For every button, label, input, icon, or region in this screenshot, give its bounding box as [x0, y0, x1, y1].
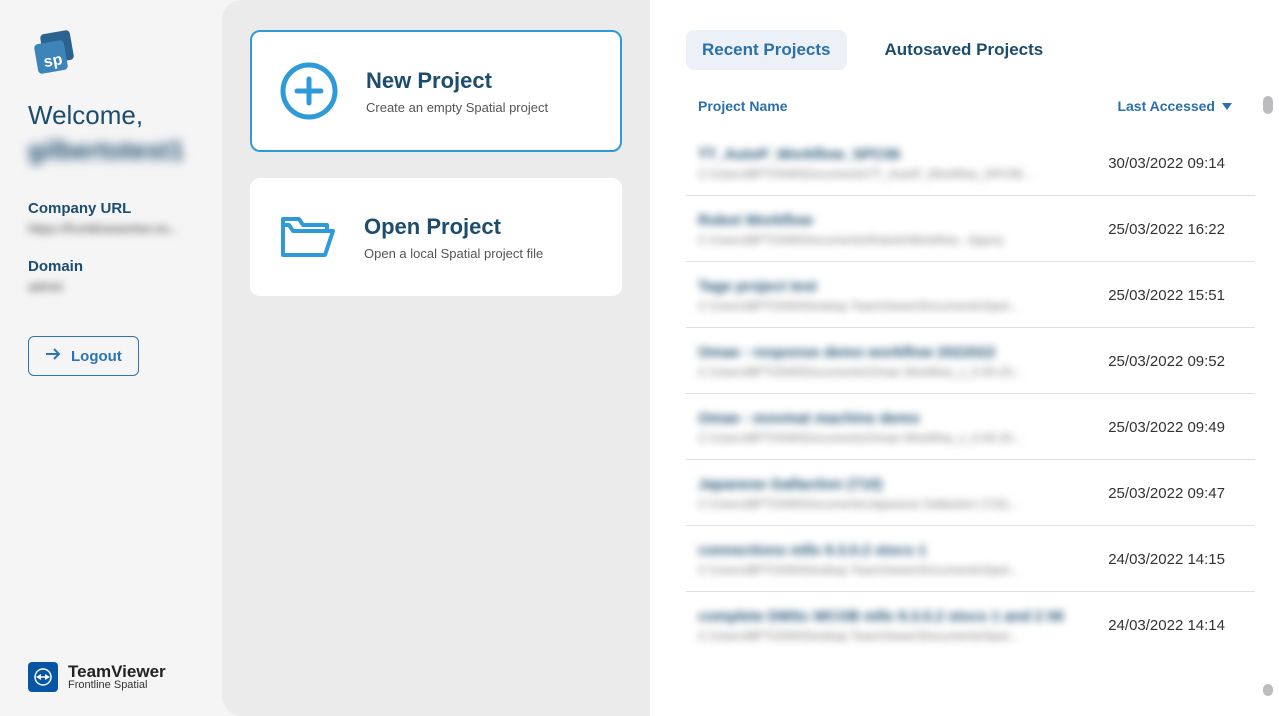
sidebar: sp Welcome, gilbertotest1 Company URL ht…	[0, 0, 222, 716]
tab-recent[interactable]: Recent Projects	[686, 30, 847, 70]
project-name: Omae - movmat machine demo	[698, 410, 1108, 427]
project-path: C:\Users\BPTO040\Desktop TeamViewer\Docu…	[698, 629, 1108, 643]
project-name: complete DMSc MCOB mlls 9.3.0.2 stocs 1 …	[698, 608, 1108, 625]
project-date: 24/03/2022 14:15	[1108, 551, 1225, 568]
new-project-card[interactable]: New Project Create an empty Spatial proj…	[250, 30, 622, 152]
project-name: Omae - response demo workflow 2022022	[698, 344, 1108, 361]
domain-label: Domain	[28, 258, 198, 275]
plus-circle-icon	[278, 60, 340, 122]
project-row[interactable]: Tage project test C:\Users\BPTO040\Deskt…	[686, 262, 1255, 328]
open-project-title: Open Project	[364, 214, 543, 240]
project-date: 25/03/2022 16:22	[1108, 221, 1225, 238]
action-panel: New Project Create an empty Spatial proj…	[222, 0, 650, 716]
project-list[interactable]: TT_AutoP_Workflow_SPC06 C:\Users\BPTO040…	[686, 130, 1263, 716]
open-project-card[interactable]: Open Project Open a local Spatial projec…	[250, 178, 622, 296]
project-date: 24/03/2022 14:14	[1108, 617, 1225, 634]
project-row[interactable]: complete DMSc MCOB mlls 9.3.0.2 stocs 1 …	[686, 592, 1255, 657]
project-path: C:\Users\BPTO040\Documents\Robots\Workfl…	[698, 233, 1108, 247]
sidebar-footer: TeamViewer Frontline Spatial	[28, 662, 166, 692]
project-name: TT_AutoP_Workflow_SPC06	[698, 146, 1108, 163]
column-last-accessed[interactable]: Last Accessed	[1117, 98, 1233, 114]
project-path: C:\Users\BPTO040\Documents\Omae Workflow…	[698, 365, 1108, 379]
company-url-value: https://frontlineworker.ex...	[28, 221, 198, 236]
scroll-arrow-down-icon[interactable]	[1263, 684, 1273, 696]
new-project-subtitle: Create an empty Spatial project	[366, 100, 548, 115]
project-date: 25/03/2022 09:49	[1108, 419, 1225, 436]
project-path: C:\Users\BPTO040\Desktop TeamViewer\Docu…	[698, 299, 1108, 313]
folder-open-icon	[276, 206, 338, 268]
welcome-text: Welcome,	[28, 100, 198, 131]
tabs: Recent Projects Autosaved Projects	[686, 30, 1263, 70]
projects-panel: Recent Projects Autosaved Projects Proje…	[650, 0, 1279, 716]
project-date: 25/03/2022 09:47	[1108, 485, 1225, 502]
project-row[interactable]: connections mlls 9.3.0.2 stocs 1 C:\User…	[686, 526, 1255, 592]
username-text: gilbertotest1	[28, 135, 198, 166]
list-header: Project Name Last Accessed	[686, 98, 1263, 130]
scroll-thumb[interactable]	[1263, 96, 1273, 114]
scrollbar[interactable]	[1263, 96, 1273, 696]
project-date: 25/03/2022 09:52	[1108, 353, 1225, 370]
project-date: 25/03/2022 15:51	[1108, 287, 1225, 304]
logout-label: Logout	[71, 348, 122, 365]
column-project-name[interactable]: Project Name	[698, 98, 1117, 114]
project-name: Tage project test	[698, 278, 1108, 295]
new-project-title: New Project	[366, 68, 548, 94]
project-date: 30/03/2022 09:14	[1108, 155, 1225, 172]
footer-subtitle: Frontline Spatial	[68, 680, 166, 691]
project-path: C:\Users\BPTO040\Documents\Omae Workflow…	[698, 431, 1108, 445]
project-path: C:\Users\BPTO040\Desktop TeamViewer\Docu…	[698, 563, 1108, 577]
logout-button[interactable]: Logout	[28, 336, 139, 376]
project-path: C:\Users\BPTO040\Documents\Japanese Gall…	[698, 497, 1108, 511]
project-row[interactable]: Japanese Gallaction (710) C:\Users\BPTO0…	[686, 460, 1255, 526]
open-project-subtitle: Open a local Spatial project file	[364, 246, 543, 261]
footer-brand: TeamViewer	[68, 663, 166, 680]
column-date-label: Last Accessed	[1117, 98, 1215, 114]
domain-value: admin	[28, 279, 198, 294]
chevron-down-icon	[1221, 98, 1233, 114]
project-row[interactable]: Omae - response demo workflow 2022022 C:…	[686, 328, 1255, 394]
project-row[interactable]: TT_AutoP_Workflow_SPC06 C:\Users\BPTO040…	[686, 130, 1255, 196]
project-path: C:\Users\BPTO040\Documents\TT_AutoP_Work…	[698, 167, 1108, 181]
teamviewer-icon	[28, 662, 58, 692]
svg-text:sp: sp	[42, 51, 64, 71]
project-row[interactable]: Omae - movmat machine demo C:\Users\BPTO…	[686, 394, 1255, 460]
project-name: Robot Workflow	[698, 212, 1108, 229]
tab-autosaved[interactable]: Autosaved Projects	[869, 30, 1060, 70]
project-name: connections mlls 9.3.0.2 stocs 1	[698, 542, 1108, 559]
project-row[interactable]: Robot Workflow C:\Users\BPTO040\Document…	[686, 196, 1255, 262]
project-name: Japanese Gallaction (710)	[698, 476, 1108, 493]
app-logo: sp	[28, 28, 84, 84]
company-url-label: Company URL	[28, 200, 198, 217]
arrow-right-icon	[45, 347, 63, 365]
